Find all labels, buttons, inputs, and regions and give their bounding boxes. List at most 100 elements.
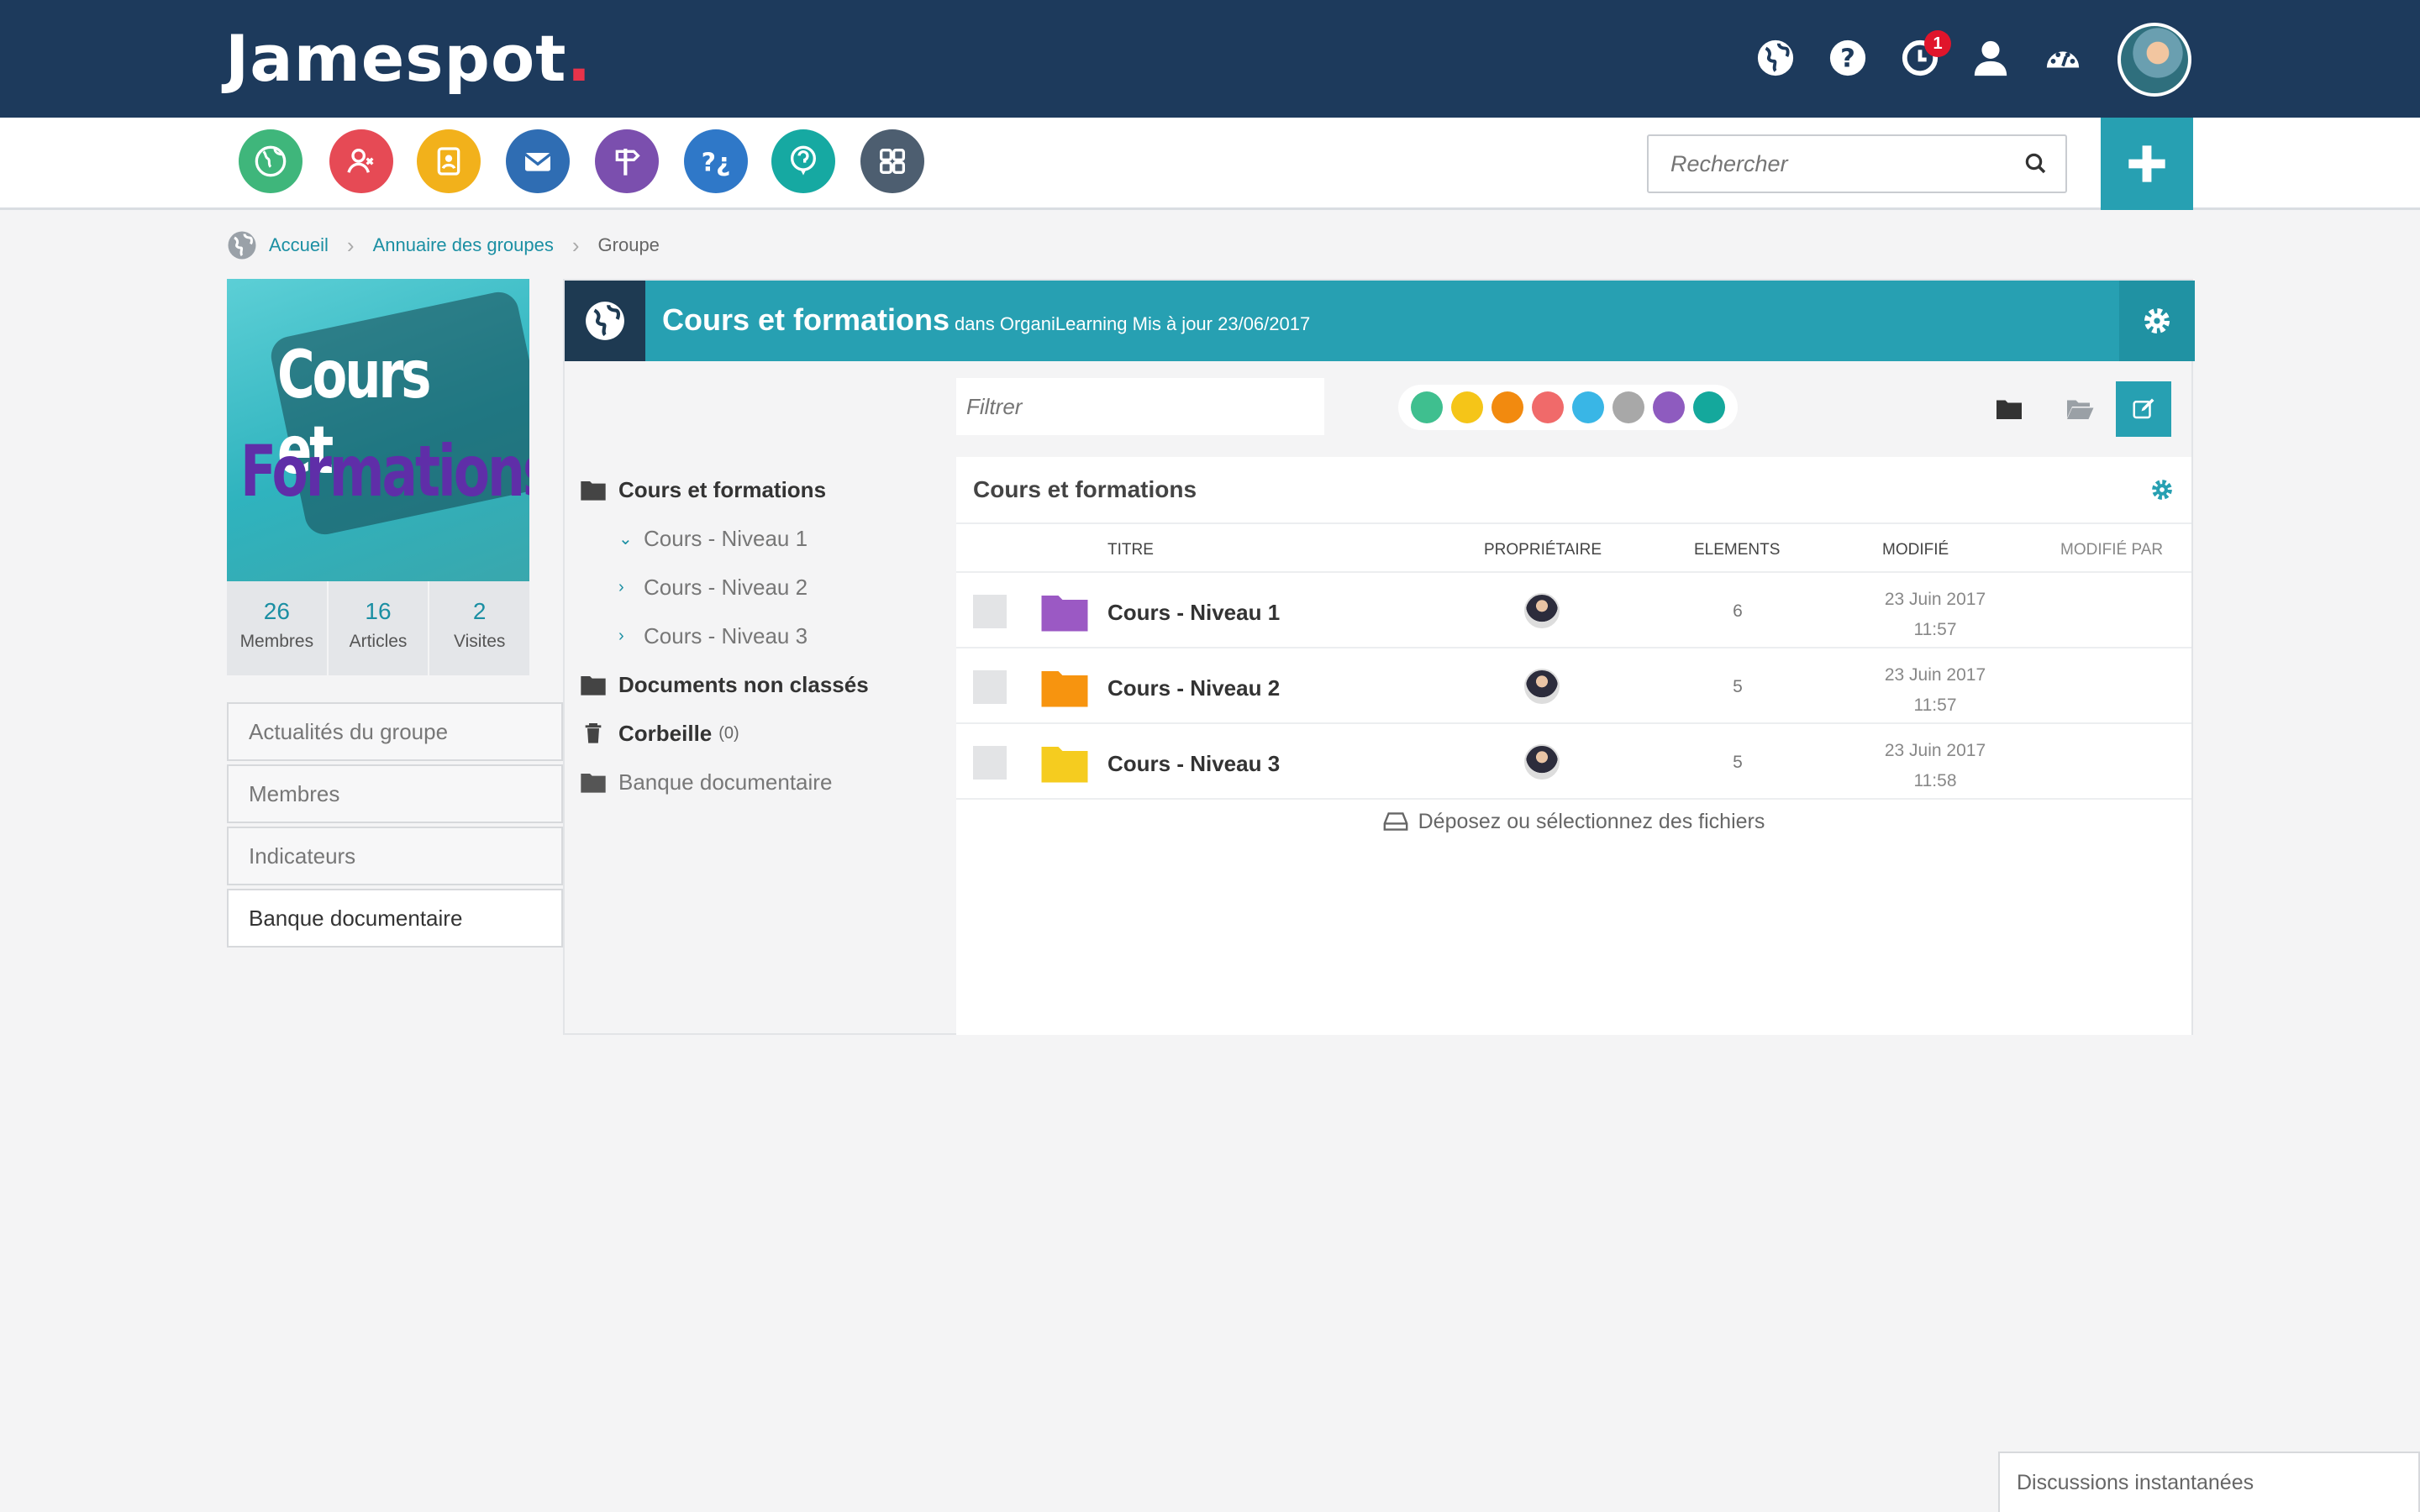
create-button[interactable] [2101, 118, 2193, 210]
col-modified-by[interactable]: MODIFIÉ PAR [2060, 541, 2163, 559]
app-globe-icon[interactable] [239, 129, 302, 193]
chevron-right-icon: › [618, 626, 624, 645]
table-row[interactable]: Cours - Niveau 1 6 23 Juin 2017 11:57 [956, 573, 2191, 648]
nav-group-news[interactable]: Actualités du groupe [227, 702, 563, 761]
tree-unclassified[interactable]: Documents non classés [580, 660, 950, 709]
row-elements: 5 [1733, 753, 1743, 772]
trash-icon [585, 723, 602, 743]
stat-articles[interactable]: 16 Articles [329, 581, 430, 675]
col-title[interactable]: TITRE [1107, 541, 1154, 559]
row-title[interactable]: Cours - Niveau 2 [1107, 675, 1280, 701]
search-input[interactable] [1649, 136, 2002, 192]
row-elements: 6 [1733, 601, 1743, 621]
breadcrumb-directory-link[interactable]: Annuaire des groupes [373, 234, 554, 256]
edit-button[interactable] [2116, 381, 2171, 437]
owner-avatar[interactable] [1524, 669, 1560, 704]
gear-icon [2144, 307, 2170, 334]
table-row[interactable]: Cours - Niveau 3 5 23 Juin 2017 11:58 [956, 724, 2191, 800]
color-filter-yellow[interactable] [1451, 391, 1483, 423]
col-modified[interactable]: MODIFIÉ [1882, 541, 1949, 559]
col-owner[interactable]: PROPRIÉTAIRE [1484, 541, 1602, 559]
app-users-icon[interactable] [329, 129, 393, 193]
nav-document-bank[interactable]: Banque documentaire [227, 889, 563, 948]
stat-visits[interactable]: 2 Visites [429, 581, 529, 675]
app-bar: ?¿ [0, 118, 2420, 210]
folder-icon [581, 774, 606, 793]
list-header: Cours et formations [956, 457, 2191, 524]
color-filter-purple[interactable] [1653, 391, 1685, 423]
tree-item-niveau-3[interactable]: › Cours - Niveau 3 [580, 612, 950, 660]
app-mail-icon[interactable] [506, 129, 570, 193]
open-folder-button[interactable] [2052, 381, 2107, 437]
folder-list: Cours et formations TITRE PROPRIÉTAIRE E… [956, 457, 2191, 1035]
row-title[interactable]: Cours - Niveau 3 [1107, 751, 1280, 777]
row-checkbox[interactable] [973, 670, 1007, 704]
folder-icon [581, 676, 606, 696]
owner-avatar[interactable] [1524, 744, 1560, 780]
breadcrumb-home-link[interactable]: Accueil [269, 234, 329, 256]
row-title[interactable]: Cours - Niveau 1 [1107, 600, 1280, 626]
notifications-icon[interactable]: 1 [1899, 30, 1951, 79]
chevron-right-icon: › [571, 232, 580, 258]
help-icon[interactable]: ? [1827, 37, 1869, 79]
file-drop-zone[interactable]: Déposez ou sélectionnez des fichiers [956, 810, 2191, 834]
instant-chat-bar[interactable]: Discussions instantanées [1998, 1452, 2420, 1512]
column-headers: TITRE PROPRIÉTAIRE ELEMENTS MODIFIÉ MODI… [956, 524, 2191, 573]
breadcrumb: Accueil › Annuaire des groupes › Groupe [227, 228, 660, 262]
app-help-icon[interactable] [771, 129, 835, 193]
folder-icon [1041, 596, 1088, 632]
settings-button[interactable] [2119, 281, 2195, 361]
group-nav: Actualités du groupe Membres Indicateurs… [227, 702, 563, 951]
user-avatar[interactable] [2118, 23, 2191, 97]
tree-root[interactable]: Cours et formations [580, 465, 950, 514]
row-checkbox[interactable] [973, 595, 1007, 628]
globe-icon[interactable] [1754, 37, 1797, 79]
top-bar: Jamespot. ? 1 [0, 0, 2420, 118]
chevron-right-icon: › [618, 577, 624, 596]
search-icon[interactable] [2023, 151, 2049, 176]
color-filter-blue[interactable] [1572, 391, 1604, 423]
color-filter-red[interactable] [1532, 391, 1564, 423]
stat-members[interactable]: 26 Membres [227, 581, 329, 675]
list-title: Cours et formations [973, 476, 1197, 502]
color-filter-orange[interactable] [1491, 391, 1523, 423]
svg-text:?¿: ?¿ [702, 149, 731, 178]
filter-input[interactable] [956, 378, 1324, 435]
app-signpost-icon[interactable] [595, 129, 659, 193]
color-filter-grey[interactable] [1612, 391, 1644, 423]
svg-text:?: ? [1840, 45, 1855, 74]
gear-icon[interactable] [2149, 477, 2175, 502]
color-filter-green[interactable] [1411, 391, 1443, 423]
tree-item-niveau-1[interactable]: ⌄ Cours - Niveau 1 [580, 514, 950, 563]
globe-icon [565, 281, 645, 361]
tree-trash[interactable]: Corbeille (0) [580, 709, 950, 758]
folder-icon [581, 481, 606, 501]
tree-item-niveau-2[interactable]: › Cours - Niveau 2 [580, 563, 950, 612]
col-elements[interactable]: ELEMENTS [1694, 541, 1780, 559]
cover-text-line2: Formations [240, 430, 529, 512]
jamespot-logo[interactable]: Jamespot. [225, 25, 592, 92]
row-elements: 5 [1733, 677, 1743, 696]
row-modified: 23 Juin 2017 11:57 [1884, 590, 1986, 639]
dashboard-icon[interactable] [2042, 37, 2084, 79]
user-icon[interactable] [1970, 37, 2012, 79]
new-folder-button[interactable] [1981, 381, 2037, 437]
notification-badge: 1 [1924, 30, 1951, 57]
table-row[interactable]: Cours - Niveau 2 5 23 Juin 2017 11:57 [956, 648, 2191, 724]
hard-drive-icon [1383, 812, 1408, 831]
row-checkbox[interactable] [973, 746, 1007, 780]
row-modified: 23 Juin 2017 11:57 [1884, 665, 1986, 715]
nav-indicators[interactable]: Indicateurs [227, 827, 563, 885]
breadcrumb-current: Groupe [597, 234, 660, 255]
folder-tree: Cours et formations ⌄ Cours - Niveau 1 ›… [580, 465, 950, 806]
owner-avatar[interactable] [1524, 593, 1560, 628]
app-grid-icon[interactable] [860, 129, 924, 193]
panel-header: Cours et formations dans OrganiLearning M… [565, 281, 2195, 361]
nav-members[interactable]: Membres [227, 764, 563, 823]
plus-icon [2128, 145, 2165, 182]
app-faq-icon[interactable]: ?¿ [684, 129, 748, 193]
folder-icon [1041, 671, 1088, 707]
color-filter-teal[interactable] [1693, 391, 1725, 423]
app-contacts-icon[interactable] [417, 129, 481, 193]
tree-document-bank[interactable]: Banque documentaire [580, 758, 950, 806]
